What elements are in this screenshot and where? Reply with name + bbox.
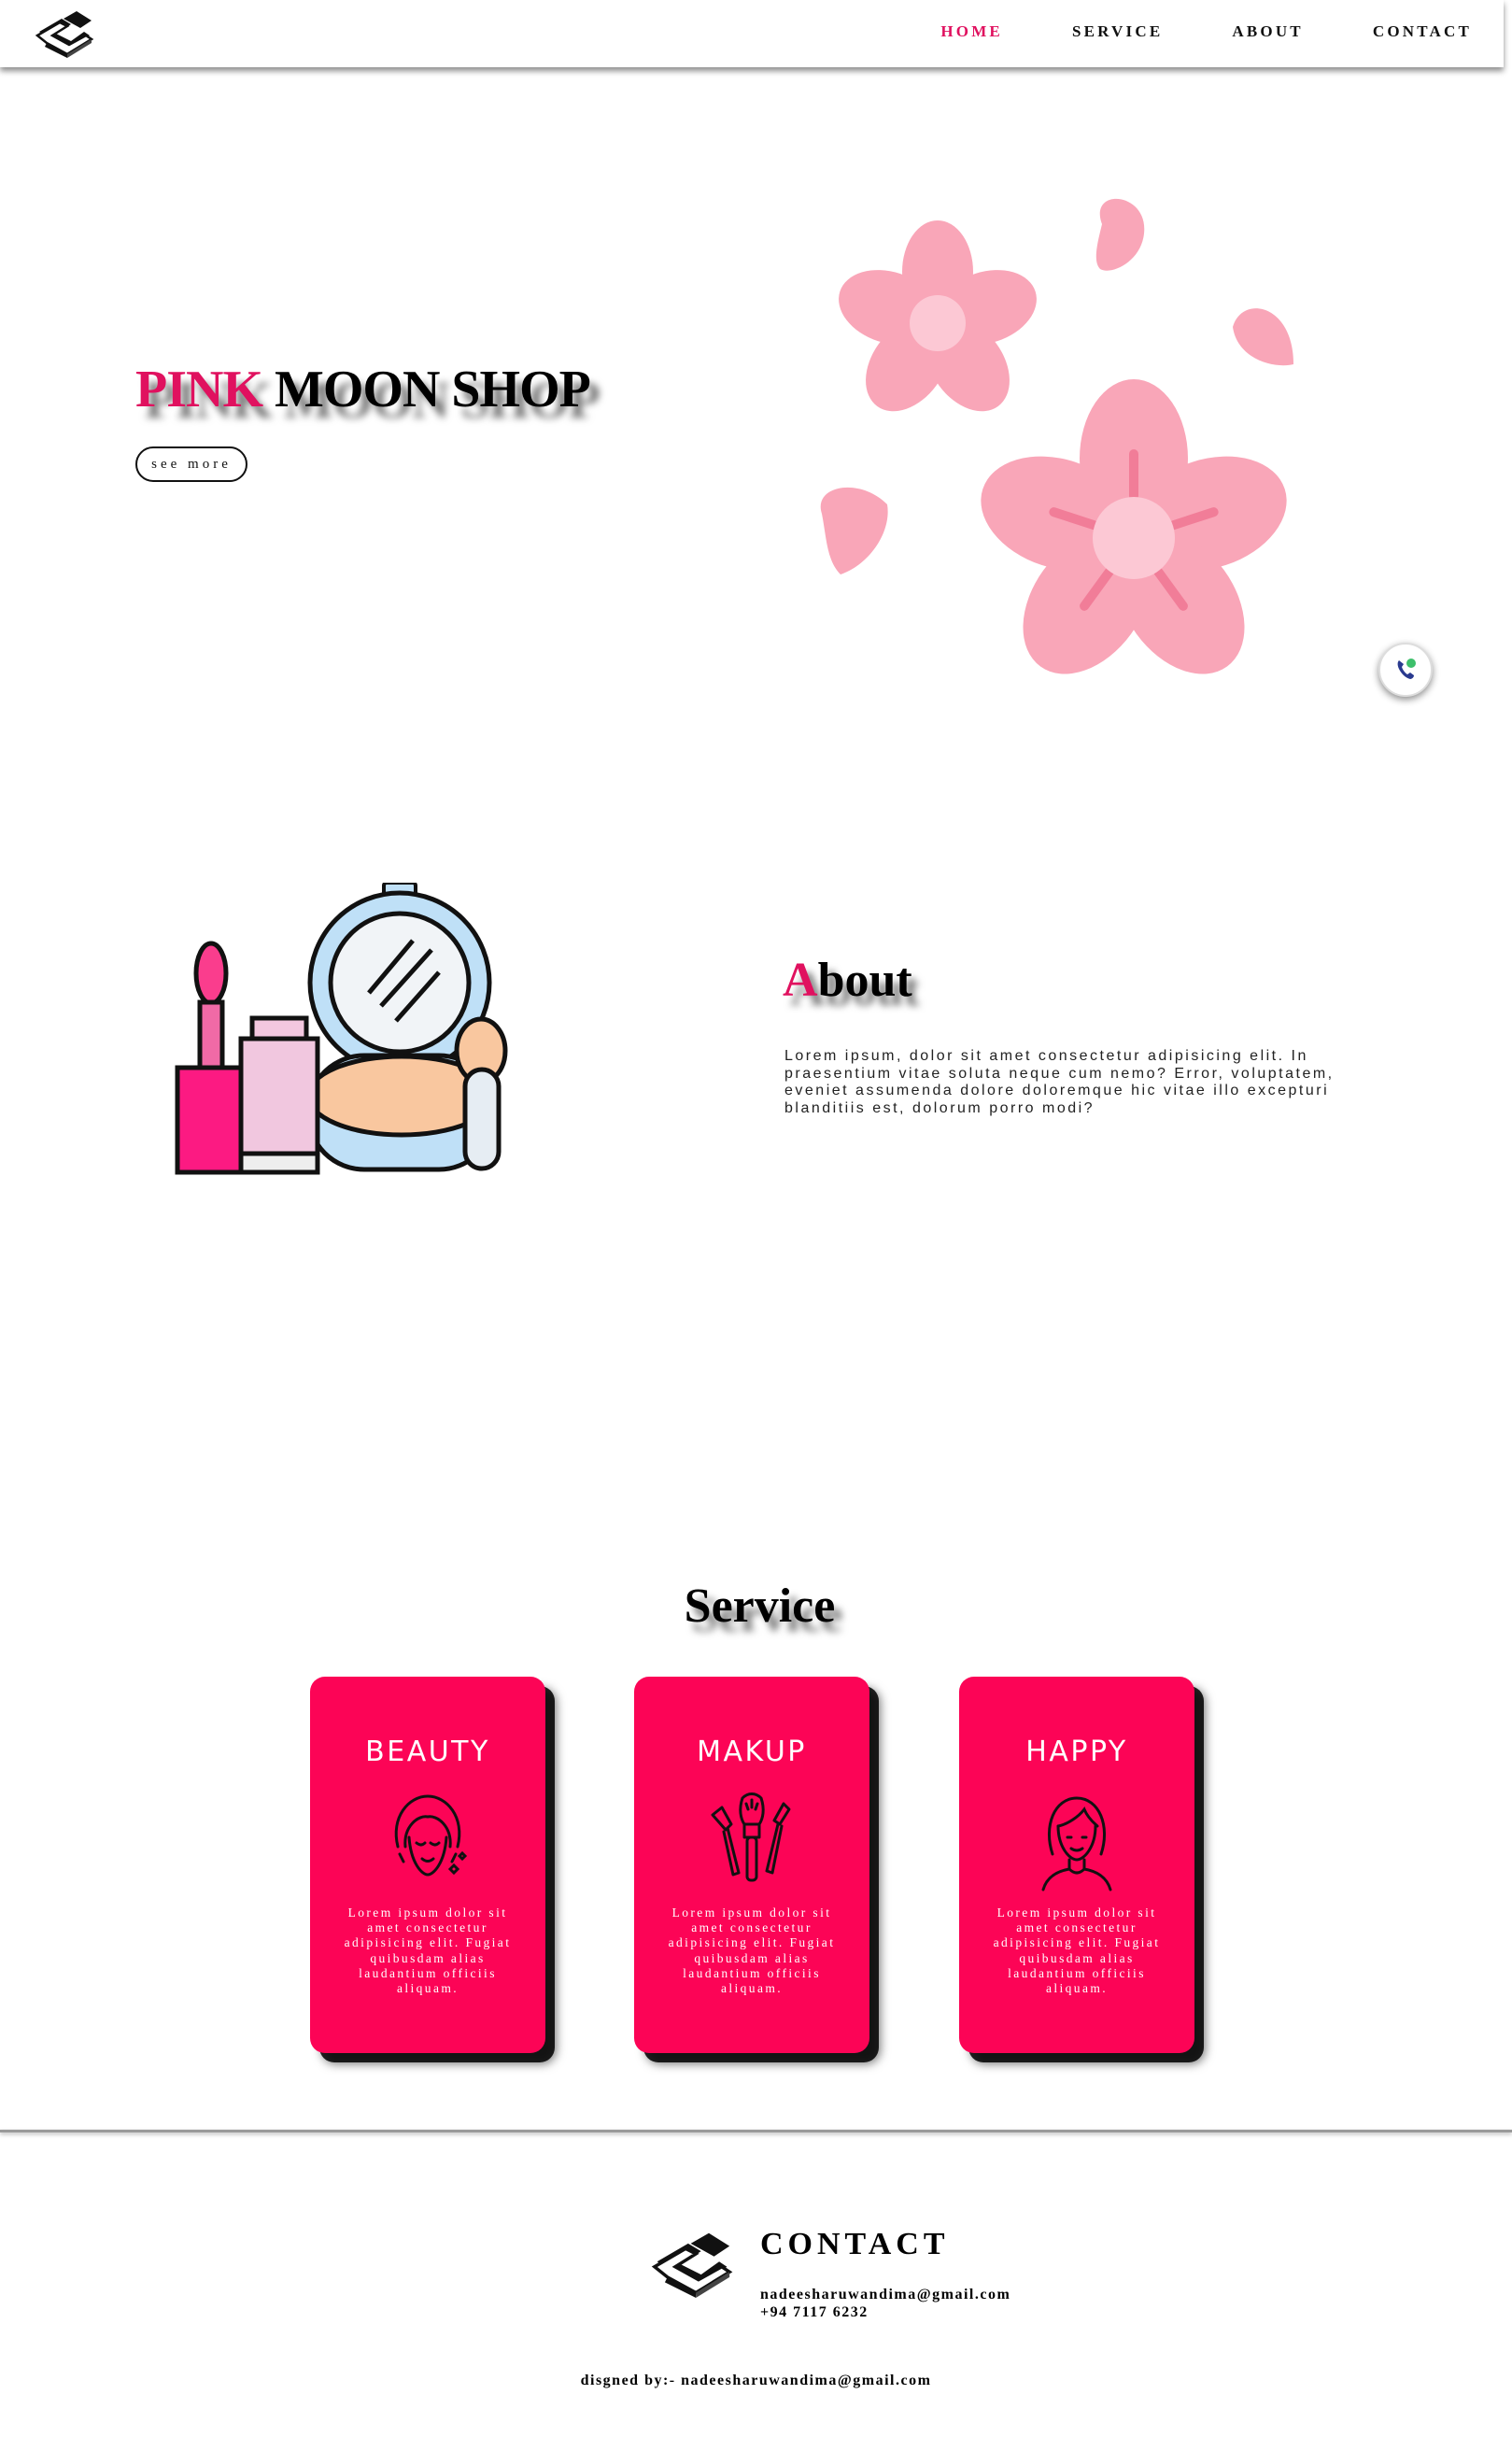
about-title-rest: bout [817,954,912,1007]
service-card-beauty[interactable]: BEAUTY Lorem ipsum dolor sit amet consec… [310,1677,545,2053]
nav-service[interactable]: SERVICE [1072,22,1163,41]
nav-about[interactable]: ABOUT [1232,22,1303,41]
service-card-makup[interactable]: MAKUP Lorem ipsum dolor sit amet consect… [634,1677,869,2053]
petal [1233,308,1293,366]
hero-title-rest: MOON SHOP [262,361,591,418]
card-title: BEAUTY [365,1736,490,1768]
petal [1095,198,1145,271]
brand-logo-icon[interactable] [34,9,95,58]
nav-links: HOME SERVICE ABOUT CONTACT [940,22,1472,41]
service-title: Service [684,1580,836,1633]
nav-contact[interactable]: CONTACT [1373,22,1472,41]
hero-title: PINK MOON SHOP [135,360,591,419]
navbar: HOME SERVICE ABOUT CONTACT [0,0,1504,67]
contact-heading: CONTACT [760,2227,950,2261]
card-description: Lorem ipsum dolor sit amet consectetur a… [993,1906,1161,1996]
about-text: Lorem ipsum, dolor sit amet consectetur … [784,1048,1335,1116]
footer-divider [0,2130,1512,2132]
woman-face-icon [394,1794,468,1877]
card-description: Lorem ipsum dolor sit amet consectetur a… [668,1906,836,1996]
card-title: HAPPY [1025,1736,1128,1768]
nav-home[interactable]: HOME [940,22,1003,41]
phone-call-button[interactable] [1378,643,1433,697]
contact-email[interactable]: nadeesharuwandima@gmail.com [760,2287,1010,2303]
about-title: About [783,953,912,1008]
card-title: MAKUP [697,1736,807,1768]
designer-credit: disgned by:- nadeesharuwandima@gmail.com [580,2373,932,2388]
makeup-products-illustration [175,883,508,1175]
see-more-button[interactable]: see more [135,446,247,482]
service-card-happy[interactable]: HAPPY Lorem ipsum dolor sit amet consect… [959,1677,1194,2053]
brand-logo-icon [651,2232,733,2298]
cherry-blossom-illustration [820,198,1293,674]
phone-icon [1397,659,1416,679]
makeup-brushes-icon [711,1792,791,1882]
large-blossom [981,379,1287,674]
contact-phone[interactable]: +94 7117 6232 [760,2304,869,2321]
card-description: Lorem ipsum dolor sit amet consectetur a… [344,1906,512,1996]
about-title-initial: A [783,954,818,1007]
petal [820,487,888,574]
woman-portrait-icon [1041,1796,1112,1891]
hero-title-pink: PINK [135,361,263,418]
small-blossom [839,220,1037,412]
